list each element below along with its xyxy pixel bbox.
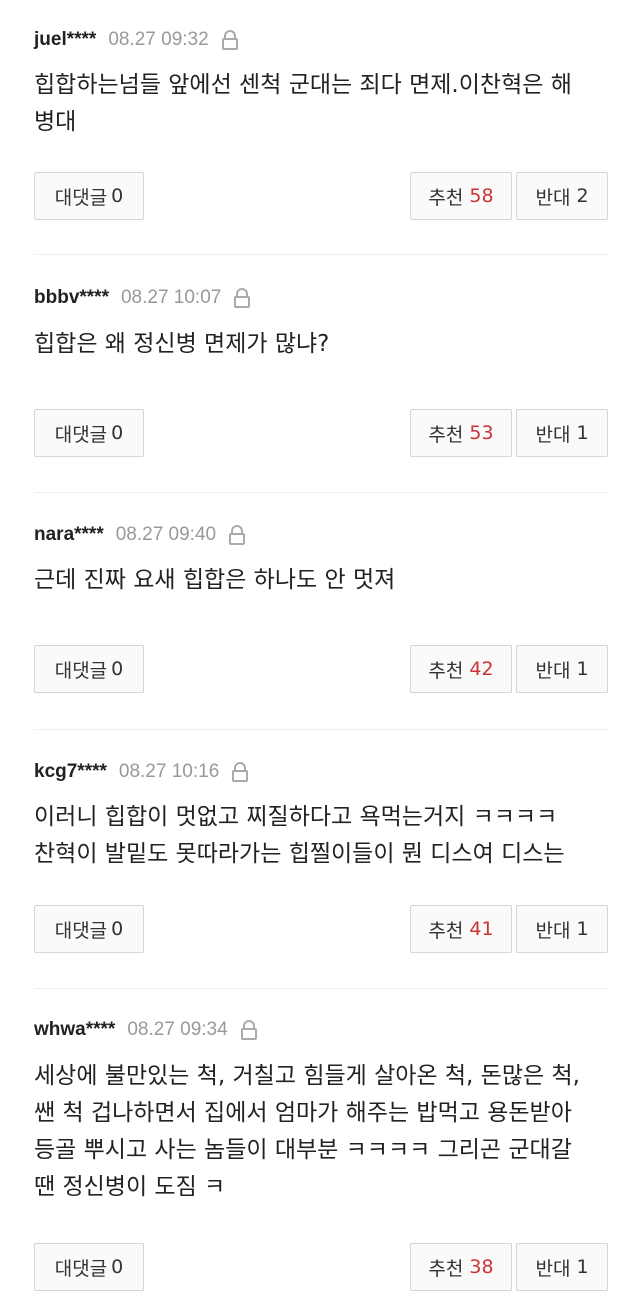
reply-count: 0 [111,1256,124,1278]
reply-button[interactable]: 대댓글 0 [34,645,144,693]
comment-text: 힙합하는넘들 앞에선 센척 군대는 죄다 면제.이찬혁은 해 병대 [34,72,572,135]
recommend-label: 추천 [428,919,464,942]
comment-text: 힙합은 왜 정신병 면제가 많냐? [34,331,330,357]
divider [34,492,608,493]
comment-date: 08.27 10:07 [120,287,222,308]
oppose-label: 반대 [535,423,571,446]
comment-username: bbbv**** [34,287,109,308]
comment-text: 세상에 불만있는 척, 거칠고 힘들게 살아온 척, 돈많은 척, 쌘 척 겁나… [34,1063,580,1200]
comment-username: kcg7**** [34,761,107,782]
oppose-count: 1 [576,422,589,444]
reply-count: 0 [111,918,124,940]
reply-button[interactable]: 대댓글 0 [34,172,144,220]
recommend-count: 58 [469,185,494,207]
oppose-button[interactable]: 반대 1 [516,905,608,953]
recommend-button[interactable]: 추천 42 [410,645,512,693]
recommend-button[interactable]: 추천 41 [410,905,512,953]
reply-button[interactable]: 대댓글 0 [34,1243,144,1291]
comment-meta: nara**** 08.27 09:40 [34,523,246,547]
comment-date: 08.27 09:34 [127,1019,228,1040]
comment-meta: kcg7**** 08.27 10:16 [34,760,249,784]
reply-button[interactable]: 대댓글 0 [34,905,144,953]
comment-text: 근데 진짜 요새 힙합은 하나도 안 멋져 [34,567,396,593]
oppose-label: 반대 [535,186,571,209]
recommend-count: 38 [469,1256,494,1278]
recommend-label: 추천 [428,186,464,209]
lock-icon [229,525,246,545]
comment-date: 08.27 10:16 [118,761,220,782]
comment-text: 이러니 힙합이 멋없고 찌질하다고 욕먹는거지 ㅋㅋㅋㅋ 찬혁이 발밑도 못따라… [34,804,565,867]
comment-date: 08.27 09:32 [108,29,209,50]
oppose-count: 2 [576,185,589,207]
divider [34,988,608,989]
reply-button[interactable]: 대댓글 0 [34,409,144,457]
reply-count: 0 [111,422,124,444]
recommend-button[interactable]: 추천 53 [410,409,512,457]
lock-icon [221,30,238,50]
comment-meta: juel**** 08.27 09:32 [34,28,239,52]
oppose-count: 1 [576,1256,589,1278]
oppose-button[interactable]: 반대 1 [516,1243,608,1291]
reply-count: 0 [111,658,124,680]
recommend-label: 추천 [428,659,464,682]
reply-label: 대댓글 [54,919,108,942]
oppose-button[interactable]: 반대 2 [516,172,608,220]
reply-label: 대댓글 [54,423,108,446]
lock-icon [234,288,251,308]
reply-label: 대댓글 [54,1257,108,1280]
recommend-count: 53 [469,422,494,444]
comment-username: whwa**** [34,1019,116,1040]
reply-count: 0 [111,185,124,207]
divider [34,729,608,730]
oppose-button[interactable]: 반대 1 [516,409,608,457]
comment-meta: bbbv**** 08.27 10:07 [34,286,251,310]
recommend-count: 42 [469,658,494,680]
recommend-label: 추천 [428,423,464,446]
recommend-label: 추천 [428,1257,464,1280]
oppose-button[interactable]: 반대 1 [516,645,608,693]
oppose-label: 반대 [535,919,571,942]
comment-username: nara**** [34,524,104,545]
comment-username: juel**** [34,29,97,50]
oppose-count: 1 [576,658,589,680]
recommend-button[interactable]: 추천 38 [410,1243,512,1291]
comment-meta: whwa**** 08.27 09:34 [34,1018,258,1042]
recommend-button[interactable]: 추천 58 [410,172,512,220]
comment-date: 08.27 09:40 [115,524,217,545]
oppose-label: 반대 [535,1257,571,1280]
reply-label: 대댓글 [54,186,108,209]
oppose-count: 1 [576,918,589,940]
reply-label: 대댓글 [54,659,108,682]
lock-icon [232,762,249,782]
recommend-count: 41 [469,918,494,940]
divider [34,254,608,255]
oppose-label: 반대 [535,659,571,682]
lock-icon [240,1020,257,1040]
